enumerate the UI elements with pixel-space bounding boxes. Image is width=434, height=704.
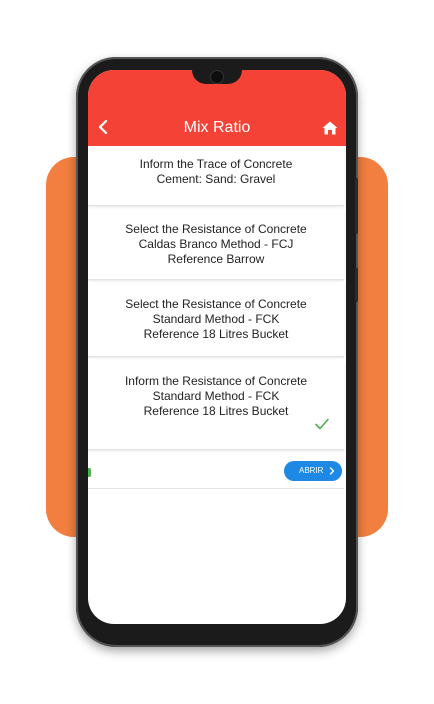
phone-screen: Mix Ratio Inform the Trace of Concrete C… xyxy=(88,70,346,624)
option-line: Select the Resistance of Concrete xyxy=(125,297,307,311)
volume-button xyxy=(355,178,358,234)
option-line: Select the Resistance of Concrete xyxy=(125,222,307,236)
option-resistance-standard-inform[interactable]: Inform the Resistance of Concrete Standa… xyxy=(88,362,344,450)
power-button xyxy=(355,268,358,302)
option-resistance-standard-select[interactable]: Select the Resistance of Concrete Standa… xyxy=(88,283,344,357)
check-icon xyxy=(315,418,329,430)
option-line: Inform the Trace of Concrete xyxy=(139,157,293,171)
option-resistance-caldas-branco[interactable]: Select the Resistance of Concrete Caldas… xyxy=(88,209,344,280)
option-trace-concrete[interactable]: Inform the Trace of Concrete Cement: San… xyxy=(88,148,344,206)
page-title: Mix Ratio xyxy=(183,119,251,136)
open-button[interactable]: ABRIR xyxy=(284,461,342,481)
stage: Mix Ratio Inform the Trace of Concrete C… xyxy=(0,0,434,704)
option-line: Standard Method - FCK xyxy=(152,312,280,326)
status-indicator xyxy=(88,468,91,477)
option-line: Standard Method - FCK xyxy=(152,389,280,403)
option-line: Inform the Resistance of Concrete xyxy=(124,374,308,388)
option-line: Caldas Branco Method - FCJ xyxy=(138,237,294,251)
home-icon[interactable] xyxy=(322,120,338,136)
chevron-right-icon xyxy=(329,467,335,475)
front-camera xyxy=(210,70,224,84)
option-line: Reference Barrow xyxy=(167,252,265,266)
option-line: Reference 18 Litres Bucket xyxy=(143,327,289,341)
footer-row: ABRIR xyxy=(88,456,344,489)
open-button-label: ABRIR xyxy=(299,466,324,475)
option-line: Cement: Sand: Gravel xyxy=(156,172,276,186)
option-line: Reference 18 Litres Bucket xyxy=(143,404,289,418)
app-bar: Mix Ratio xyxy=(88,70,346,146)
